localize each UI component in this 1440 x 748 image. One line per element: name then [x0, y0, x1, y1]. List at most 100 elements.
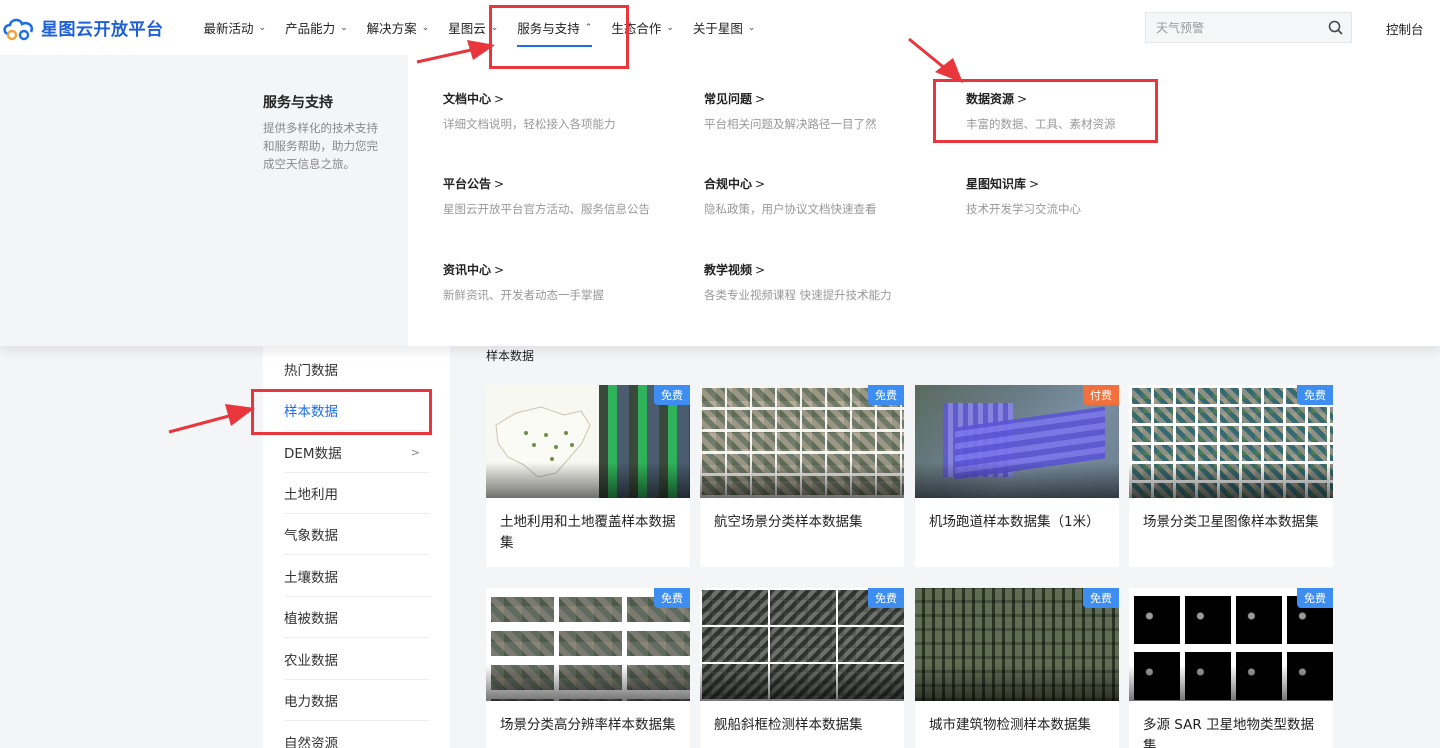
sidebar-item-weather-data[interactable]: 气象数据 — [284, 514, 430, 555]
nav-ecosystem[interactable]: 生态合作 ⌄ — [611, 0, 674, 55]
nav-service-support[interactable]: 服务与支持 ⌃ — [517, 0, 593, 55]
menu-item-desc: 新鲜资讯、开发者动态一手掌握 — [443, 288, 604, 302]
category-sidebar: 热门数据 样本数据 DEM数据 > 土地利用 气象数据 土壤数据 植被数据 农业数… — [263, 346, 450, 748]
download-count: 7 — [1204, 728, 1213, 742]
download-count: 9 — [561, 728, 570, 742]
price-badge: 免费 — [654, 588, 690, 608]
sidebar-item-label: 农业数据 — [284, 653, 338, 669]
chevron-down-icon: ⌄ — [340, 22, 348, 33]
nav-latest-activity[interactable]: 最新活动 ⌄ — [204, 0, 267, 55]
nav-solutions[interactable]: 解决方案 ⌄ — [367, 0, 430, 55]
chevron-down-icon: ⌄ — [421, 22, 430, 33]
sidebar-item-label: DEM数据 — [284, 446, 342, 462]
download-count: 9 — [775, 728, 784, 742]
dataset-card[interactable]: 免费 195 14 场景分类卫星图像样本数据集 — [1129, 385, 1333, 567]
chevron-right-icon: > — [1017, 92, 1028, 106]
nav-label: 解决方案 — [366, 21, 417, 36]
eye-icon — [926, 731, 939, 739]
console-link[interactable]: 控制台 — [1386, 19, 1424, 38]
sidebar-item-dem-data[interactable]: DEM数据 > — [284, 432, 430, 473]
chevron-down-icon: ⌄ — [258, 22, 267, 33]
annotation-arrow-icon — [168, 404, 255, 434]
eye-icon — [497, 550, 510, 558]
view-count: 462 — [513, 547, 536, 561]
card-title[interactable]: 航空场景分类样本数据集 — [714, 512, 894, 533]
search-input[interactable] — [1156, 20, 1326, 35]
view-count: 388 — [942, 547, 965, 561]
eye-icon — [1140, 731, 1153, 739]
menu-item-desc: 详细文档说明，轻松接入各项能力 — [443, 117, 616, 131]
sidebar-item-natural-resources[interactable]: 自然资源 — [284, 721, 430, 748]
card-stats: 241 9 — [711, 728, 784, 742]
menu-item-desc: 各类专业视频课程 快速提升技术能力 — [704, 288, 892, 302]
dataset-card[interactable]: 免费 241 9 场景分类高分辨率样本数据集 — [486, 588, 690, 748]
site-logo[interactable]: 星图云开放平台 — [2, 15, 164, 41]
sidebar-item-sample-data[interactable]: 样本数据 — [284, 390, 430, 431]
nav-about[interactable]: 关于星图 ⌄ — [693, 0, 756, 55]
chevron-right-icon: > — [410, 445, 420, 459]
top-header: 星图云开放平台 最新活动 ⌄ 产品能力 ⌄ 解决方案 ⌄ 星图云 ⌄ 服务与支持 ⌃ 生态… — [0, 0, 1440, 55]
menu-item-title: 文档中心 — [443, 92, 492, 106]
sidebar-item-label: 气象数据 — [284, 528, 338, 544]
card-title[interactable]: 机场跑道样本数据集（1米） — [929, 512, 1109, 533]
chevron-up-icon: ⌃ — [584, 22, 593, 33]
dataset-card[interactable]: 免费 462 35 土地利用和土地覆盖样本数据集 — [486, 385, 690, 567]
menu-item-docs[interactable]: 文档中心 > 详细文档说明，轻松接入各项能力 — [443, 90, 616, 132]
sidebar-item-label: 样本数据 — [284, 404, 338, 420]
card-stats: 241 9 — [497, 728, 570, 742]
chevron-right-icon: > — [755, 177, 766, 191]
download-icon — [976, 729, 987, 742]
search-icon[interactable] — [1328, 20, 1343, 35]
nav-label: 关于星图 — [692, 21, 743, 36]
download-icon — [761, 729, 772, 742]
nav-geovis-cloud[interactable]: 星图云 ⌄ — [448, 0, 498, 55]
search-box — [1145, 12, 1352, 43]
eye-icon — [711, 550, 724, 558]
nav-label: 最新活动 — [203, 21, 254, 36]
dataset-card[interactable]: 免费 284 24 航空场景分类样本数据集 — [700, 385, 904, 567]
view-count: 241 — [727, 728, 750, 742]
dropdown-title: 服务与支持 — [263, 95, 333, 111]
menu-item-data-resources[interactable]: 数据资源 > 丰富的数据、工具、素材资源 — [966, 90, 1116, 132]
sidebar-item-label: 电力数据 — [284, 694, 338, 710]
card-stats: 249 7 — [1140, 728, 1213, 742]
sidebar-item-vegetation-data[interactable]: 植被数据 — [284, 597, 430, 638]
menu-item-compliance[interactable]: 合规中心 > 隐私政策，用户协议文档快速查看 — [704, 175, 877, 217]
chevron-down-icon: ⌄ — [666, 22, 674, 33]
sidebar-item-hot-data[interactable]: 热门数据 — [284, 349, 430, 390]
menu-item-announcements[interactable]: 平台公告 > 星图云开放平台官方活动、服务信息公告 — [443, 175, 650, 217]
menu-item-title: 资讯中心 — [443, 263, 492, 277]
dataset-card[interactable]: 免费 241 9 舰船斜框检测样本数据集 — [700, 588, 904, 748]
sidebar-item-soil-data[interactable]: 土壤数据 — [284, 556, 430, 597]
menu-item-title: 星图知识库 — [966, 177, 1027, 191]
sidebar-item-label: 土壤数据 — [284, 570, 338, 586]
sidebar-item-power-data[interactable]: 电力数据 — [284, 680, 430, 721]
sidebar-item-land-use[interactable]: 土地利用 — [284, 473, 430, 514]
dataset-card[interactable]: 免费 287 8 城市建筑物检测样本数据集 — [915, 588, 1119, 748]
chevron-down-icon: ⌄ — [747, 22, 756, 33]
eye-icon — [711, 731, 724, 739]
menu-item-title: 常见问题 — [704, 92, 753, 106]
card-title[interactable]: 场景分类卫星图像样本数据集 — [1143, 512, 1323, 533]
price-badge: 免费 — [654, 385, 690, 405]
nav-label: 服务与支持 — [517, 21, 580, 36]
menu-item-desc: 技术开发学习交流中心 — [966, 202, 1081, 216]
menu-item-tutorial-videos[interactable]: 教学视频 > 各类专业视频课程 快速提升技术能力 — [704, 261, 892, 303]
dataset-card[interactable]: 付费 388 23 机场跑道样本数据集（1米） — [915, 385, 1119, 567]
menu-item-title: 数据资源 — [966, 92, 1015, 106]
china-map-image — [486, 385, 598, 498]
menu-item-knowledge-base[interactable]: 星图知识库 > 技术开发学习交流中心 — [966, 175, 1081, 217]
menu-item-faq[interactable]: 常见问题 > 平台相关问题及解决路径一目了然 — [704, 90, 877, 132]
download-icon — [1190, 548, 1201, 561]
download-icon — [547, 548, 558, 561]
sidebar-item-agriculture-data[interactable]: 农业数据 — [284, 639, 430, 680]
nav-product-capability[interactable]: 产品能力 ⌄ — [285, 0, 348, 55]
service-support-dropdown: 服务与支持 提供多样化的技术支持和服务帮助，助力您完成空天信息之旅。 文档中心 >… — [0, 55, 1440, 346]
menu-item-news[interactable]: 资讯中心 > 新鲜资讯、开发者动态一手掌握 — [443, 261, 604, 303]
price-badge: 免费 — [868, 588, 904, 608]
dataset-card[interactable]: 免费 249 7 多源 SAR 卫星地物类型数据集 — [1129, 588, 1333, 748]
download-count: 35 — [561, 547, 578, 561]
view-count: 284 — [727, 547, 750, 561]
view-count: 287 — [942, 728, 965, 742]
menu-item-desc: 星图云开放平台官方活动、服务信息公告 — [443, 202, 650, 216]
